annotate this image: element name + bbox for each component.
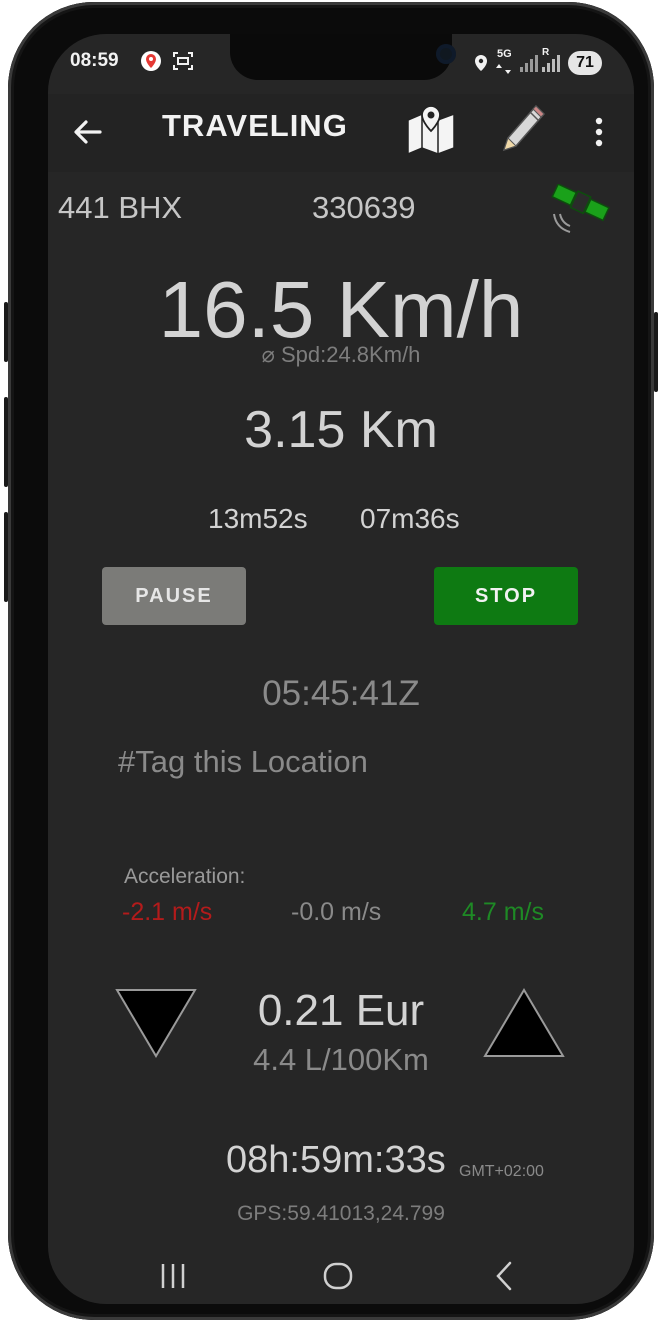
acceleration-max: 4.7 m/s — [462, 898, 544, 926]
screenshot-icon — [172, 51, 194, 76]
location-icon — [474, 54, 488, 77]
trip-distance: 3.15 Km — [244, 401, 438, 459]
license-plate: 441 BHX — [58, 190, 183, 225]
app-bar: TRAVELING — [48, 94, 634, 172]
local-clock: 08h:59m:33s — [226, 1139, 446, 1181]
screen: 08:59 5G R 71 TRAVELING 441 BHX 330639 1… — [48, 34, 634, 1304]
arrow-left-icon[interactable] — [72, 116, 108, 152]
side-button — [4, 512, 8, 602]
stop-button[interactable]: STOP — [434, 567, 578, 625]
data-arrows-icon — [496, 61, 514, 79]
camera-icon — [436, 44, 456, 64]
system-nav-bar — [48, 1244, 634, 1304]
battery-indicator: 71 — [568, 51, 602, 75]
odometer-value: 330639 — [312, 190, 416, 225]
location-app-icon — [140, 50, 162, 77]
pause-button[interactable]: PAUSE — [102, 567, 246, 625]
side-button — [4, 397, 8, 487]
side-button — [4, 302, 8, 362]
nav-back-icon[interactable] — [492, 1260, 516, 1297]
recent-apps-icon[interactable] — [158, 1262, 188, 1295]
more-vertical-icon[interactable] — [588, 112, 610, 152]
stopped-time: 07m36s — [360, 503, 460, 534]
timezone-label: GMT+02:00 — [459, 1163, 544, 1180]
phone-frame: 08:59 5G R 71 TRAVELING 441 BHX 330639 1… — [4, 2, 658, 1320]
map-pin-icon[interactable] — [404, 104, 458, 156]
status-time: 08:59 — [70, 50, 119, 71]
moving-time: 13m52s — [208, 503, 308, 534]
acceleration-label: Acceleration: — [124, 865, 246, 888]
acceleration-current: -0.0 m/s — [291, 898, 382, 926]
page-title: TRAVELING — [162, 108, 348, 143]
average-speed: ⌀ Spd:24.8Km/h — [261, 342, 421, 367]
gps-coordinates: GPS:59.41013,24.799 — [237, 1202, 445, 1225]
utc-time: 05:45:41Z — [262, 674, 420, 713]
home-icon[interactable] — [322, 1260, 354, 1297]
camera-notch — [230, 34, 456, 80]
tag-location-link[interactable]: #Tag this Location — [118, 744, 368, 780]
signal-icon — [542, 54, 560, 77]
satellite-icon — [548, 183, 612, 238]
side-button — [654, 312, 658, 392]
signal-icon — [520, 54, 538, 77]
increase-triangle-icon[interactable] — [482, 986, 566, 1060]
pencil-icon[interactable] — [500, 102, 548, 154]
acceleration-min: -2.1 m/s — [122, 898, 213, 926]
network-type: 5G — [497, 48, 512, 60]
